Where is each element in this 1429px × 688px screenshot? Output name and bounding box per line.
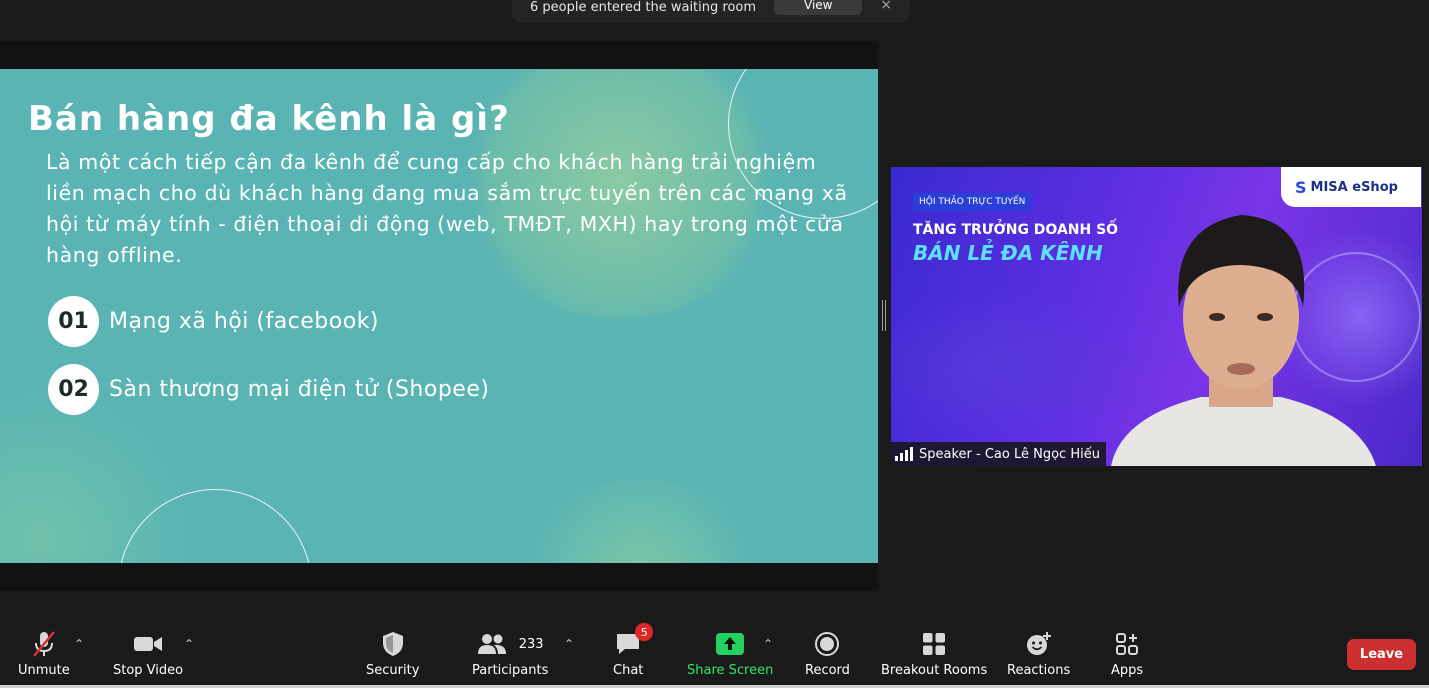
stop-video-button[interactable]: Stop Video	[113, 629, 183, 678]
panel-resize-handle[interactable]	[882, 300, 886, 331]
reactions-label: Reactions	[1007, 663, 1071, 678]
participants-count: 233	[518, 636, 544, 652]
webinar-badge: HỘI THẢO TRỰC TUYẾN	[913, 193, 1032, 211]
view-waiting-room-button[interactable]: View	[774, 0, 863, 15]
point-label: Mạng xã hội (facebook)	[109, 309, 380, 334]
meeting-toolbar: Unmute ⌃ Stop Video ⌃ Security 233 Parti…	[0, 617, 1429, 688]
slide-title: Bán hàng đa kênh là gì?	[28, 99, 510, 139]
zoom-meeting-window: Bán hàng đa kênh là gì? Là một cách tiếp…	[0, 0, 1429, 688]
chat-unread-badge: 5	[635, 623, 654, 641]
point-number: 01	[48, 296, 99, 347]
share-screen-icon	[716, 629, 745, 659]
slide-point-1: 01 Mạng xã hội (facebook)	[48, 296, 379, 347]
chat-label: Chat	[613, 663, 644, 678]
participants-label: Participants	[472, 663, 549, 678]
breakout-rooms-label: Breakout Rooms	[881, 663, 988, 678]
unmute-label: Unmute	[18, 663, 70, 678]
share-screen-label: Share Screen	[687, 663, 774, 678]
slide-body-text: Là một cách tiếp cận đa kênh để cung cấp…	[46, 150, 848, 267]
apps-label: Apps	[1111, 663, 1144, 678]
apps-button[interactable]: Apps	[1111, 629, 1143, 678]
muted-mic-icon	[31, 629, 57, 659]
video-headline-2: BÁN LẺ ĐA KÊNH	[913, 241, 1103, 265]
reactions-button[interactable]: Reactions	[1007, 629, 1070, 678]
point-number: 02	[48, 364, 99, 415]
participants-button[interactable]: 233 Participants	[472, 629, 548, 678]
video-camera-icon	[133, 629, 163, 659]
record-button[interactable]: Record	[805, 629, 850, 678]
slide-point-2: 02 Sàn thương mại điện tử (Shopee)	[48, 364, 489, 415]
share-options-chevron-icon[interactable]: ⌃	[763, 637, 773, 651]
participants-options-chevron-icon[interactable]: ⌃	[564, 637, 574, 651]
presentation-slide: Bán hàng đa kênh là gì? Là một cách tiếp…	[0, 69, 878, 563]
chat-button[interactable]: 5 Chat	[613, 623, 654, 678]
misa-logo-icon: S	[1295, 177, 1307, 197]
security-label: Security	[366, 663, 420, 678]
audio-options-chevron-icon[interactable]: ⌃	[74, 637, 84, 651]
chat-bubble-icon: 5	[615, 623, 654, 659]
point-label: Sàn thương mại điện tử (Shopee)	[109, 377, 490, 402]
breakout-rooms-button[interactable]: Breakout Rooms	[881, 629, 987, 678]
shield-icon	[382, 629, 404, 659]
logo-text: MISA eShop	[1310, 179, 1398, 195]
speaker-name: Speaker - Cao Lê Ngọc Hiếu	[919, 446, 1100, 462]
emoji-smile-icon	[1026, 629, 1052, 659]
security-button[interactable]: Security	[366, 629, 419, 678]
waiting-room-notification: 6 people entered the waiting room View ×	[512, 0, 910, 23]
video-headline-1: TĂNG TRƯỞNG DOANH SỐ	[913, 222, 1119, 238]
leave-meeting-button[interactable]: Leave	[1347, 639, 1416, 670]
record-icon	[814, 629, 840, 659]
video-options-chevron-icon[interactable]: ⌃	[184, 637, 194, 651]
apps-icon	[1115, 629, 1139, 659]
record-label: Record	[805, 663, 850, 678]
speaker-name-tag: Speaker - Cao Lê Ngọc Hiếu	[891, 442, 1106, 466]
breakout-rooms-icon	[922, 629, 946, 659]
participants-icon: 233	[477, 629, 544, 659]
close-icon[interactable]: ×	[880, 0, 892, 13]
speaker-person-image	[1111, 215, 1376, 466]
share-screen-button[interactable]: Share Screen	[687, 629, 773, 678]
slide-decor-blob	[510, 479, 770, 563]
unmute-button[interactable]: Unmute	[18, 629, 70, 678]
stop-video-label: Stop Video	[113, 663, 184, 678]
speaker-video-tile[interactable]: HỘI THẢO TRỰC TUYẾN TĂNG TRƯỞNG DOANH SỐ…	[891, 167, 1422, 466]
signal-strength-icon	[895, 447, 913, 461]
notification-text: 6 people entered the waiting room	[530, 0, 757, 15]
